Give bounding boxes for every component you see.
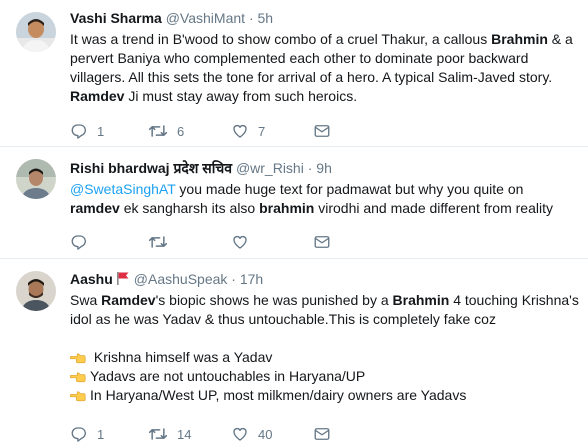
mention-link[interactable]: @SwetaSinghAT — [70, 181, 176, 197]
highlighted-keyword: Ramdev — [70, 88, 125, 104]
like-count: 40 — [258, 426, 273, 442]
tweet-text-line: Ramdev Ji must stay away from such heroi… — [70, 87, 580, 106]
text-run: 's biopic shows he was punished by a — [155, 292, 393, 308]
text-run: In Haryana/West UP, most milkmen/dairy o… — [90, 387, 467, 403]
like-button[interactable]: 40 — [231, 424, 272, 444]
reply-count: 1 — [97, 426, 105, 442]
text-run: pervert Baniya who complemented each oth… — [70, 50, 529, 66]
separator-dot: · — [248, 10, 254, 26]
separator-dot: · — [231, 271, 236, 287]
like-button[interactable]: 7 — [231, 121, 265, 141]
retweet-icon — [148, 236, 168, 248]
text-run: Ji must stay away from such heroics. — [124, 88, 358, 104]
retweet-button[interactable] — [148, 232, 177, 252]
direct-message-button[interactable] — [313, 424, 331, 444]
retweet-button[interactable]: 14 — [148, 424, 191, 444]
text-run: ek sangharsh its also — [119, 200, 260, 216]
retweet-button[interactable]: 6 — [148, 121, 184, 141]
display-name[interactable]: Vashi Sharma — [70, 10, 162, 26]
tweet[interactable]: Rishi bhardwaj प्रदेश सचिव @wr_Rishi · 9… — [0, 147, 588, 259]
text-run: Krishna himself was a Yadav — [90, 349, 273, 365]
timestamp[interactable]: 5h — [258, 10, 274, 26]
tweet-text-line: villagers. All this sets the tone for ar… — [70, 68, 580, 87]
avatar[interactable] — [16, 12, 56, 52]
tweet-header: Vashi Sharma @VashiMant · 5h — [70, 9, 580, 27]
tweet[interactable]: Aashu @AashuSpeak · 17h Swa Ramdev's biop… — [0, 259, 588, 447]
direct-message-button[interactable] — [313, 232, 331, 252]
tweet[interactable]: Vashi Sharma @VashiMant · 5h It was a tr… — [0, 0, 588, 147]
red-flag-icon — [116, 272, 129, 285]
tweet-text-line: pervert Baniya who complemented each oth… — [70, 49, 580, 68]
username-handle[interactable]: @wr_Rishi — [236, 160, 304, 176]
reply-count: 1 — [97, 123, 105, 139]
text-run: you made huge text for padmawat but why … — [175, 181, 524, 197]
text-run: & a — [547, 31, 573, 47]
username-handle[interactable]: @VashiMant — [166, 10, 245, 26]
highlighted-keyword: Ramdev — [101, 292, 156, 308]
tweet-text-line: idol as he was Yadav & thus untouchable.… — [70, 310, 580, 329]
heart-icon — [233, 235, 247, 249]
highlighted-keyword: ramdev — [70, 200, 120, 216]
tweet-text: It was a trend in B'wood to show combo o… — [70, 30, 580, 106]
avatar[interactable] — [16, 159, 56, 199]
retweet-count: 6 — [177, 123, 185, 139]
tweet-text-line: Krishna himself was a Yadav — [69, 348, 580, 367]
tweet-text: @SwetaSinghAT you made huge text for pad… — [70, 180, 580, 218]
avatar[interactable] — [16, 271, 56, 311]
tweet-text-line: ramdev ek sangharsh its also brahmin vir… — [70, 199, 580, 218]
direct-message-button[interactable] — [313, 121, 331, 141]
text-run: Yadavs are not untouchables in Haryana/U… — [90, 368, 366, 384]
highlighted-keyword: Brahmin — [392, 292, 450, 308]
like-count: 7 — [258, 123, 266, 139]
highlighted-keyword: Brahmin — [491, 31, 548, 47]
tweet-text: Swa Ramdev's biopic shows he was punishe… — [69, 291, 580, 408]
text-run: It was a trend in B'wood to show combo o… — [70, 31, 492, 47]
tweet-text-line: Swa Ramdev's biopic shows he was punishe… — [70, 291, 580, 310]
text-run: virodhi and made different from reality — [314, 200, 553, 216]
tweet-header: Rishi bhardwaj प्रदेश सचिव @wr_Rishi · 9… — [70, 159, 580, 177]
envelope-icon — [314, 236, 330, 248]
highlighted-keyword: brahmin — [259, 200, 315, 216]
pointing-hand-emoji-icon — [69, 389, 86, 408]
username-handle[interactable]: @AashuSpeak — [134, 271, 228, 287]
heart-icon — [233, 427, 247, 441]
tweet-text-line — [70, 329, 580, 348]
text-run: villagers. All this sets the tone for ar… — [70, 69, 553, 85]
display-name[interactable]: Rishi bhardwaj प्रदेश सचिव — [70, 160, 232, 176]
timestamp[interactable]: 17h — [240, 271, 263, 287]
text-run: 4 touching Krishna's — [449, 292, 579, 308]
envelope-icon — [314, 428, 330, 440]
timestamp[interactable]: 9h — [316, 160, 332, 176]
retweet-count: 14 — [177, 426, 192, 442]
separator-dot: · — [307, 160, 313, 176]
tweet-text-line: @SwetaSinghAT you made huge text for pad… — [70, 180, 580, 199]
text-run: Swa — [70, 292, 102, 308]
heart-icon — [233, 124, 247, 138]
reply-button[interactable]: 1 — [70, 424, 104, 444]
tweet-text-line: In Haryana/West UP, most milkmen/dairy o… — [69, 386, 580, 408]
reply-icon — [71, 235, 86, 250]
reply-button[interactable]: 1 — [70, 121, 104, 141]
reply-icon — [71, 427, 86, 442]
tweet-text-line: Yadavs are not untouchables in Haryana/U… — [69, 367, 580, 386]
tweet-text-line: It was a trend in B'wood to show combo o… — [70, 30, 580, 49]
retweet-icon — [148, 428, 168, 440]
display-name[interactable]: Aashu — [70, 271, 113, 287]
reply-button[interactable] — [70, 232, 97, 252]
tweet-header: Aashu @AashuSpeak · 17h — [70, 270, 580, 288]
envelope-icon — [314, 125, 330, 137]
text-run: idol as he was Yadav & thus untouchable.… — [70, 311, 496, 327]
reply-icon — [71, 124, 86, 139]
like-button[interactable] — [231, 232, 258, 252]
retweet-icon — [148, 125, 168, 137]
